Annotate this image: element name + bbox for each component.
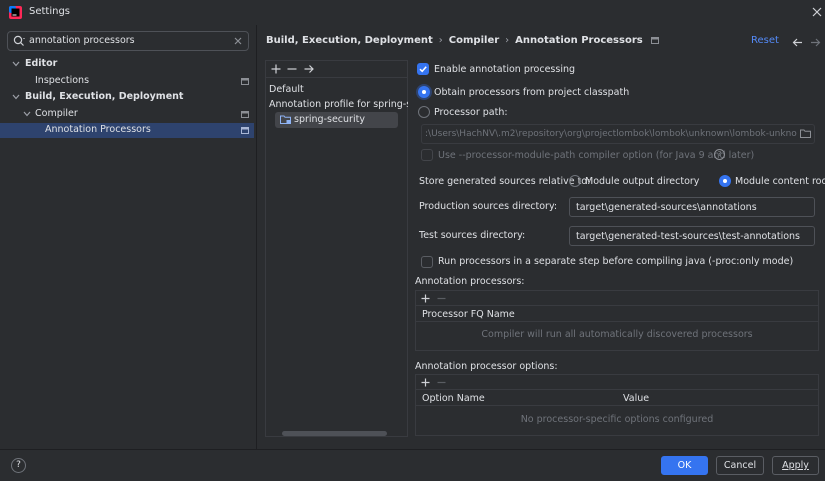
production-sources-value: target\generated-sources\annotations [576, 202, 757, 213]
processors-table-header: Processor FQ Name [416, 307, 818, 322]
reset-link[interactable]: Reset [751, 35, 779, 46]
annotation-profile-item[interactable]: Annotation profile for spring-security [269, 99, 408, 110]
processor-path-input[interactable]: :\Users\HachNV\.m2\repository\org\projec… [421, 124, 815, 144]
module-folder-icon [280, 115, 291, 124]
processor-path-value: :\Users\HachNV\.m2\repository\org\projec… [425, 129, 797, 139]
module-item-spring-security[interactable]: spring-security [275, 112, 398, 128]
remove-icon [437, 378, 446, 387]
tree-item-label: Annotation Processors [45, 124, 151, 135]
search-icon [13, 35, 26, 47]
project-settings-icon [241, 111, 249, 118]
apply-button[interactable]: Apply [772, 456, 819, 475]
tree-item-annotation-processors[interactable]: Annotation Processors [0, 123, 254, 138]
column-header-option-name[interactable]: Option Name [422, 393, 485, 404]
processor-path-label: Processor path: [434, 107, 508, 118]
help-button[interactable]: ? [11, 458, 26, 473]
chevron-down-icon[interactable] [12, 61, 20, 67]
forward-arrow-icon [810, 38, 821, 47]
search-value: annotation processors [29, 35, 135, 46]
add-icon[interactable] [421, 378, 430, 387]
cancel-button[interactable]: Cancel [716, 456, 764, 475]
tree-item-build-execution-deployment[interactable]: Build, Execution, Deployment [0, 90, 254, 105]
options-table-header: Option Name Value [416, 391, 818, 406]
add-icon[interactable] [421, 294, 430, 303]
production-sources-input[interactable]: target\generated-sources\annotations [569, 197, 815, 217]
footer-divider [0, 449, 825, 450]
project-settings-icon [241, 78, 249, 85]
apply-button-label: Apply [782, 460, 809, 471]
tree-item-label: Inspections [35, 75, 90, 86]
annotation-processors-section-label: Annotation processors: [415, 276, 525, 287]
obtain-from-classpath-radio[interactable] [418, 86, 430, 98]
processor-options-table: Option Name Value No processor-specific … [415, 374, 819, 436]
tree-item-editor[interactable]: Editor [0, 57, 254, 72]
browse-folder-icon[interactable] [800, 129, 811, 138]
processor-path-radio[interactable] [418, 106, 430, 118]
breadcrumb-separator: › [505, 35, 510, 46]
column-header-processor-fq-name[interactable]: Processor FQ Name [422, 309, 515, 320]
chevron-down-icon[interactable] [12, 94, 20, 100]
processor-module-path-checkbox[interactable] [421, 149, 433, 161]
options-toolbar [416, 375, 818, 390]
options-empty-text: No processor-specific options configured [520, 414, 714, 425]
module-content-root-label: Module content root [735, 176, 825, 187]
move-to-icon[interactable] [304, 64, 314, 74]
obtain-from-classpath-label: Obtain processors from project classpath [434, 87, 630, 98]
horizontal-scrollbar[interactable] [282, 431, 387, 436]
processor-module-path-label: Use --processor-module-path compiler opt… [438, 150, 755, 161]
add-icon[interactable] [271, 64, 281, 74]
remove-icon[interactable] [287, 64, 297, 74]
help-circle-icon[interactable]: ? [714, 149, 725, 160]
window-title: Settings [29, 6, 71, 17]
tree-item-label: Build, Execution, Deployment [25, 91, 184, 102]
tree-item-compiler[interactable]: Compiler [0, 107, 254, 122]
module-output-directory-label: Module output directory [585, 176, 700, 187]
breadcrumb-item: Annotation Processors [515, 35, 643, 46]
clear-search-icon[interactable] [234, 37, 242, 45]
breadcrumb-item: Build, Execution, Deployment [266, 35, 433, 46]
breadcrumb-item: Compiler [448, 35, 500, 46]
processors-toolbar [416, 291, 818, 306]
ok-button[interactable]: OK [661, 456, 708, 475]
default-profile-item[interactable]: Default [269, 84, 304, 95]
profiles-toolbar [266, 61, 407, 78]
module-output-directory-radio[interactable] [569, 175, 581, 187]
project-settings-icon [650, 36, 659, 44]
test-sources-label: Test sources directory: [419, 230, 526, 241]
breadcrumb: Build, Execution, Deployment › Compiler › An… [266, 35, 659, 46]
back-arrow-icon[interactable] [792, 38, 803, 47]
enable-annotation-processing-label: Enable annotation processing [434, 64, 576, 75]
test-sources-input[interactable]: target\generated-test-sources\test-annot… [569, 226, 815, 246]
project-settings-icon [241, 127, 249, 134]
settings-search-input[interactable]: annotation processors [7, 31, 249, 51]
annotation-processors-table: Processor FQ Name Compiler will run all … [415, 290, 819, 351]
chevron-down-icon[interactable] [23, 111, 31, 117]
close-icon[interactable] [811, 6, 823, 18]
separate-step-label: Run processors in a separate step before… [438, 256, 794, 267]
column-header-value[interactable]: Value [623, 393, 649, 404]
remove-icon [437, 294, 446, 303]
annotation-profiles-panel: Default Annotation profile for spring-se… [265, 60, 408, 437]
processors-empty-text: Compiler will run all automatically disc… [481, 329, 753, 340]
breadcrumb-separator: › [438, 35, 443, 46]
tree-item-inspections[interactable]: Inspections [0, 74, 254, 89]
panel-divider[interactable] [256, 25, 257, 450]
production-sources-label: Production sources directory: [419, 201, 558, 212]
title-bar [0, 0, 825, 25]
store-generated-sources-label: Store generated sources relative to: [419, 176, 591, 187]
tree-item-label: Compiler [35, 108, 78, 119]
separate-step-checkbox[interactable] [421, 256, 433, 268]
module-content-root-radio[interactable] [719, 175, 731, 187]
test-sources-value: target\generated-test-sources\test-annot… [576, 231, 800, 242]
processor-options-section-label: Annotation processor options: [415, 361, 558, 372]
intellij-app-icon [9, 6, 22, 19]
tree-item-label: Editor [25, 58, 58, 69]
enable-annotation-processing-checkbox[interactable] [417, 63, 429, 75]
module-label: spring-security [294, 114, 365, 125]
